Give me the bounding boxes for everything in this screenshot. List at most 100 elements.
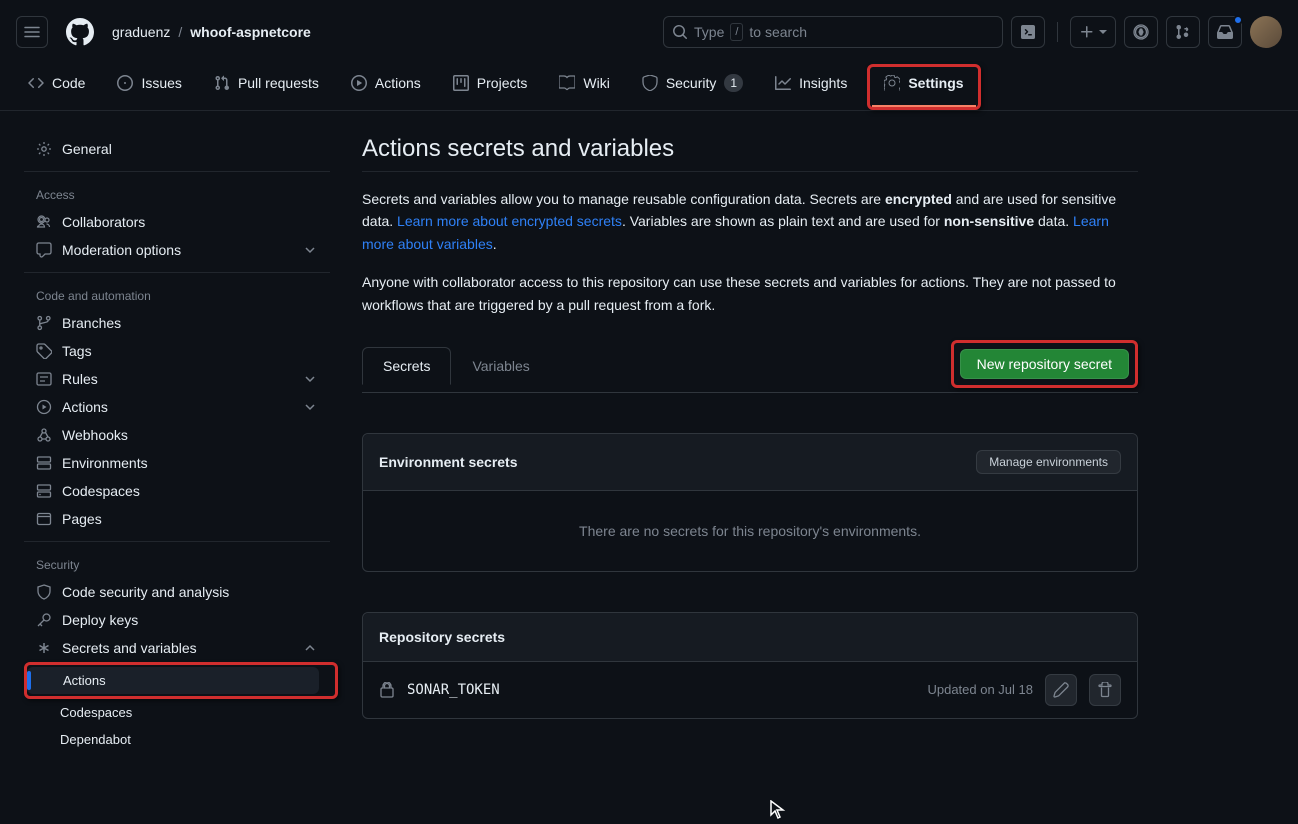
git-pull-request-icon	[214, 75, 230, 91]
trash-icon	[1097, 682, 1113, 698]
sidebar-code-security-label: Code security and analysis	[62, 584, 229, 600]
nav-projects[interactable]: Projects	[441, 64, 540, 110]
graph-icon	[775, 75, 791, 91]
caret-down-icon	[1099, 28, 1107, 36]
tab-secrets[interactable]: Secrets	[362, 347, 451, 385]
tab-variables[interactable]: Variables	[451, 347, 550, 384]
sidebar-sub-codespaces[interactable]: Codespaces	[24, 699, 330, 726]
environment-secrets-title: Environment secrets	[379, 454, 518, 470]
sidebar-code-security[interactable]: Code security and analysis	[24, 578, 330, 606]
git-pull-request-icon	[1175, 24, 1191, 40]
issue-icon	[1133, 24, 1149, 40]
sidebar-actions[interactable]: Actions	[24, 393, 330, 421]
chevron-up-icon	[302, 640, 318, 656]
nav-settings-label: Settings	[908, 75, 963, 91]
notification-dot	[1233, 15, 1243, 25]
sidebar-actions-sub-highlight: Actions	[24, 662, 338, 699]
nav-settings-highlight: Settings	[867, 64, 980, 110]
inbox-icon	[1217, 24, 1233, 40]
page-title: Actions secrets and variables	[362, 135, 1138, 172]
manage-environments-button[interactable]: Manage environments	[976, 450, 1121, 474]
play-icon	[36, 399, 52, 415]
secret-name: SONAR_TOKEN	[407, 682, 500, 698]
nav-pulls-label: Pull requests	[238, 75, 319, 91]
shield-check-icon	[36, 584, 52, 600]
repository-secrets-panel: Repository secrets SONAR_TOKEN Updated o…	[362, 612, 1138, 719]
webhook-icon	[36, 427, 52, 443]
sidebar-deploy-keys[interactable]: Deploy keys	[24, 606, 330, 634]
sidebar-branches-label: Branches	[62, 315, 121, 331]
nav-code[interactable]: Code	[16, 64, 97, 110]
nav-issues-label: Issues	[141, 75, 181, 91]
sidebar-branches[interactable]: Branches	[24, 309, 330, 337]
sidebar-sub-actions[interactable]: Actions	[27, 667, 319, 694]
rules-icon	[36, 371, 52, 387]
tag-icon	[36, 343, 52, 359]
nav-wiki[interactable]: Wiki	[547, 64, 621, 110]
link-encrypted-secrets[interactable]: Learn more about encrypted secrets	[397, 213, 622, 229]
nav-security-label: Security	[666, 75, 717, 91]
key-asterisk-icon	[36, 640, 52, 656]
sidebar-rules-label: Rules	[62, 371, 98, 387]
notifications-button[interactable]	[1208, 16, 1242, 48]
server-icon	[36, 455, 52, 471]
nav-insights[interactable]: Insights	[763, 64, 859, 110]
sidebar-code-heading: Code and automation	[24, 281, 346, 309]
nav-settings[interactable]: Settings	[872, 67, 975, 107]
sidebar-tags-label: Tags	[62, 343, 92, 359]
search-input[interactable]: Type / to search	[663, 16, 1003, 48]
avatar[interactable]	[1250, 16, 1282, 48]
sidebar-environments[interactable]: Environments	[24, 449, 330, 477]
breadcrumb-owner[interactable]: graduenz	[112, 24, 170, 40]
sidebar-security-heading: Security	[24, 550, 346, 578]
gear-icon	[884, 75, 900, 91]
code-icon	[28, 75, 44, 91]
sidebar-codespaces-label: Codespaces	[62, 483, 140, 499]
browser-icon	[36, 511, 52, 527]
nav-actions[interactable]: Actions	[339, 64, 433, 110]
sidebar-tags[interactable]: Tags	[24, 337, 330, 365]
nav-security-badge: 1	[724, 74, 743, 92]
sidebar-webhooks[interactable]: Webhooks	[24, 421, 330, 449]
issues-header-button[interactable]	[1124, 16, 1158, 48]
hamburger-icon	[24, 24, 40, 40]
sidebar-general[interactable]: General	[24, 135, 330, 163]
delete-secret-button[interactable]	[1089, 674, 1121, 706]
breadcrumb-repo[interactable]: whoof-aspnetcore	[190, 24, 311, 40]
nav-projects-label: Projects	[477, 75, 528, 91]
new-repository-secret-button[interactable]: New repository secret	[960, 349, 1129, 379]
gear-icon	[36, 141, 52, 157]
create-new-button[interactable]	[1070, 16, 1116, 48]
sidebar-rules[interactable]: Rules	[24, 365, 330, 393]
edit-secret-button[interactable]	[1045, 674, 1077, 706]
pull-requests-header-button[interactable]	[1166, 16, 1200, 48]
github-logo[interactable]	[64, 16, 96, 48]
key-icon	[36, 612, 52, 628]
plus-icon	[1079, 24, 1095, 40]
sidebar-collaborators[interactable]: Collaborators	[24, 208, 330, 236]
sidebar-moderation[interactable]: Moderation options	[24, 236, 330, 264]
secret-updated: Updated on Jul 18	[927, 682, 1033, 697]
nav-issues[interactable]: Issues	[105, 64, 193, 110]
search-suffix: to search	[749, 24, 807, 40]
global-header: graduenz / whoof-aspnetcore Type / to se…	[0, 0, 1298, 64]
environment-secrets-panel: Environment secrets Manage environments …	[362, 433, 1138, 572]
repo-nav: Code Issues Pull requests Actions Projec…	[0, 64, 1298, 111]
sidebar-secrets-variables[interactable]: Secrets and variables	[24, 634, 330, 662]
sidebar-codespaces[interactable]: Codespaces	[24, 477, 330, 505]
chevron-down-icon	[302, 242, 318, 258]
nav-security[interactable]: Security 1	[630, 64, 755, 110]
git-branch-icon	[36, 315, 52, 331]
command-palette-button[interactable]	[1011, 16, 1045, 48]
book-icon	[559, 75, 575, 91]
settings-sidebar: General Access Collaborators Moderation …	[0, 111, 346, 823]
shield-icon	[642, 75, 658, 91]
nav-pulls[interactable]: Pull requests	[202, 64, 331, 110]
page-description-1: Secrets and variables allow you to manag…	[362, 188, 1138, 255]
sidebar-pages[interactable]: Pages	[24, 505, 330, 533]
sidebar-sub-dependabot[interactable]: Dependabot	[24, 726, 330, 753]
sidebar-access-heading: Access	[24, 180, 346, 208]
main-content: Actions secrets and variables Secrets an…	[346, 111, 1298, 823]
hamburger-button[interactable]	[16, 16, 48, 48]
sidebar-moderation-label: Moderation options	[62, 242, 181, 258]
